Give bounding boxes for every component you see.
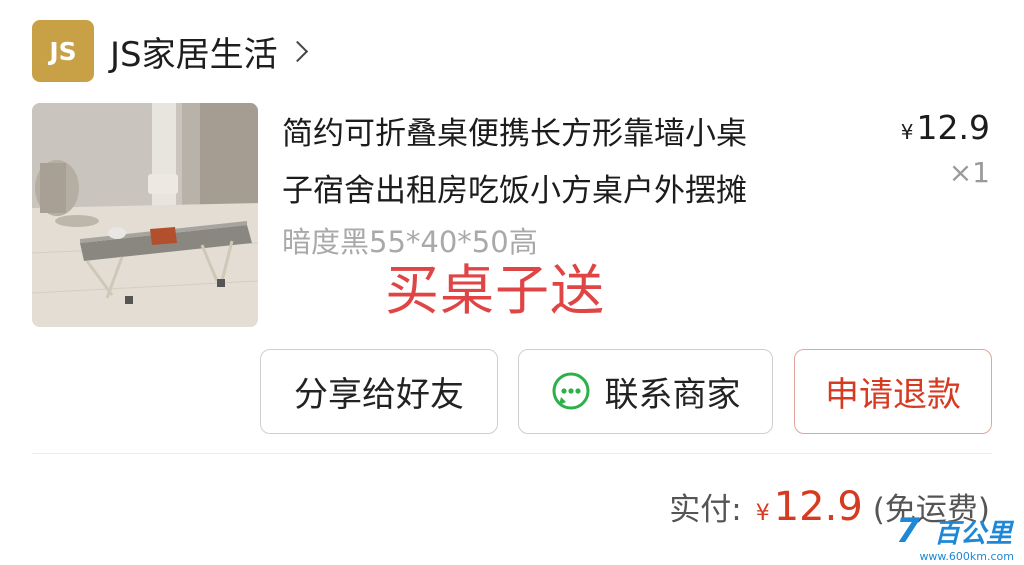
promo-overlay-text: 买桌子送 [385,259,605,322]
shop-header[interactable]: JS JS家居生活 [32,20,314,82]
price-value: 12.9 [916,108,990,147]
chat-bubble-icon [552,372,589,409]
refund-button[interactable]: 申请退款 [794,349,992,434]
divider [32,453,992,454]
share-button-label: 分享给好友 [294,375,464,415]
paid-currency: ¥ [755,501,770,526]
share-button[interactable]: 分享给好友 [260,349,498,434]
shop-logo[interactable]: JS [32,20,94,82]
watermark-logo: 7 百公里 www.600km.com [896,511,1020,563]
product-title[interactable]: 简约可折叠桌便携长方形靠墙小桌 子宿舍出租房吃饭小方桌户外摆摊 [282,106,862,220]
product-title-line: 子宿舍出租房吃饭小方桌户外摆摊 [282,173,747,209]
paid-amount: 12.9 [773,484,863,530]
contact-seller-button[interactable]: 联系商家 [518,349,773,434]
paid-label: 实付: [669,492,742,528]
watermark-url: www.600km.com [919,550,1014,563]
product-price: ¥12.9 [901,108,990,147]
contact-seller-label: 联系商家 [604,375,741,415]
chevron-right-icon[interactable] [288,38,314,64]
watermark-brand: 百公里 [933,519,1012,549]
product-title-line: 简约可折叠桌便携长方形靠墙小桌 [282,116,747,152]
refund-button-label: 申请退款 [825,375,961,415]
product-quantity: ×1 [948,156,990,189]
price-currency: ¥ [900,120,914,144]
shop-name[interactable]: JS家居生活 [110,27,278,76]
shop-logo-text: JS [49,36,77,66]
product-thumbnail[interactable] [32,103,258,327]
watermark-seven: 7 [896,511,920,551]
